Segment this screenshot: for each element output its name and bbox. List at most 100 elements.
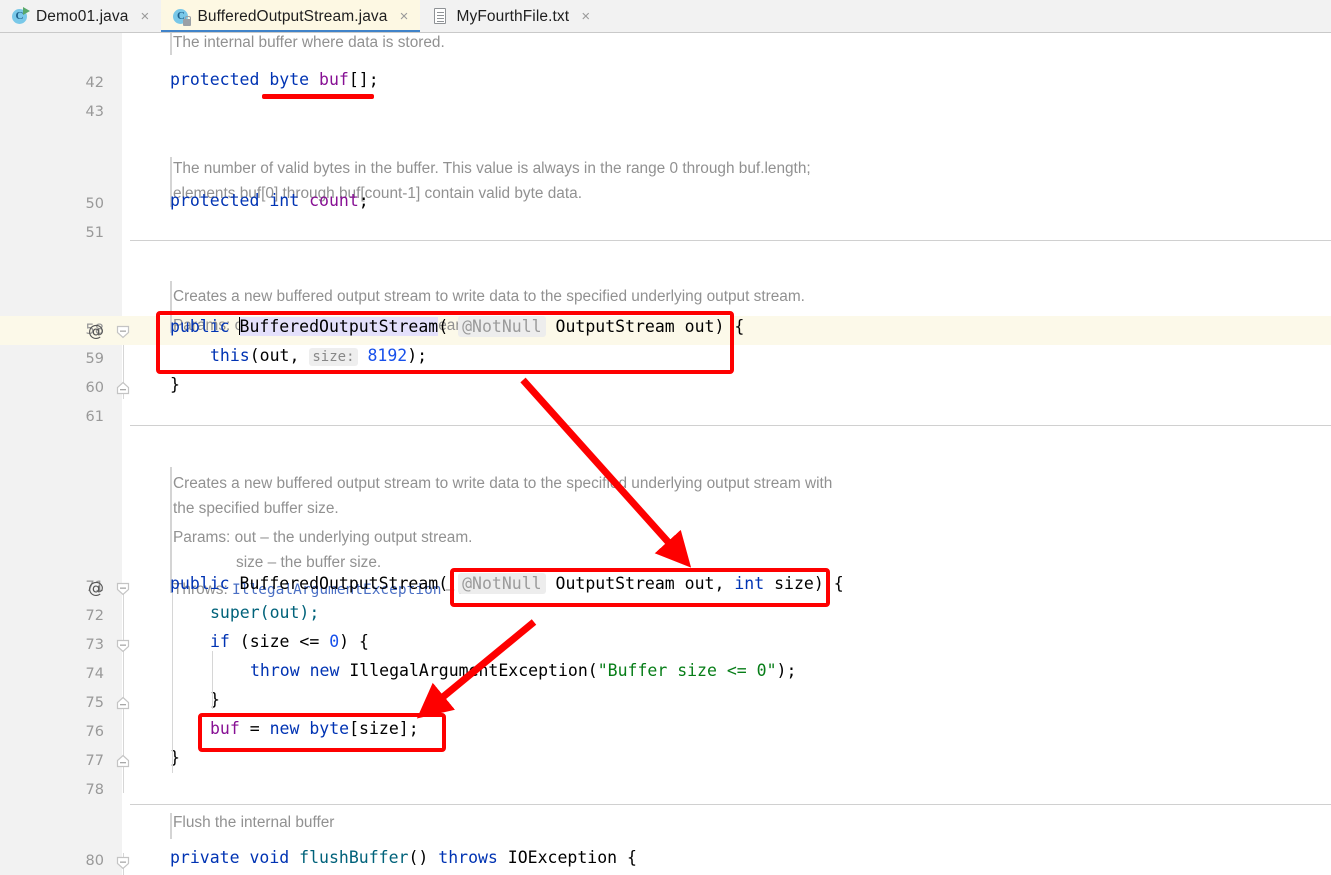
code-line-58[interactable]: public BufferedOutputStream( @NotNull Ou…	[170, 312, 744, 341]
fold-collapse-end-icon[interactable]	[115, 381, 131, 397]
param-name-size: size	[764, 574, 814, 593]
keyword-int: int	[269, 191, 300, 210]
code-text: (	[438, 574, 449, 593]
line-number: 73	[85, 637, 104, 653]
member-separator	[130, 425, 1331, 426]
text-file-icon	[432, 8, 449, 25]
notnull-inlay-hint: @NotNull	[458, 573, 546, 594]
keyword-byte: byte	[309, 719, 350, 738]
code-line-60[interactable]: }	[170, 370, 180, 399]
editor-tab-bar: C Demo01.java × C BufferedOutputStream.j…	[0, 0, 1331, 33]
code-line-71[interactable]: public BufferedOutputStream( @NotNull Ou…	[170, 569, 844, 598]
javadoc-ctor2-line2: the specified buffer size.	[173, 500, 339, 517]
line-number: 60	[85, 380, 104, 396]
code-text: ) {	[339, 632, 369, 651]
annotation-marker-icon[interactable]: @	[86, 316, 106, 345]
class-illegalargumentexception: IllegalArgumentException(	[349, 661, 598, 680]
keyword-this: this	[210, 346, 250, 365]
code-line-42[interactable]: protected byte buf[];	[170, 65, 379, 94]
javadoc-ctor2-line1: Creates a new buffered output stream to …	[173, 475, 833, 492]
line-number: 80	[85, 853, 104, 869]
indent-guide	[172, 593, 173, 773]
java-class-readonly-icon: C	[173, 8, 192, 26]
code-line-73[interactable]: if (size <= 0) {	[170, 627, 369, 656]
field-buf: buf	[319, 70, 349, 89]
line-number: 59	[85, 351, 104, 367]
line-number: 74	[85, 666, 104, 682]
javadoc-ctor2-params-out: Params: out – the underlying output stre…	[173, 529, 473, 546]
tab-label: BufferedOutputStream.java	[197, 7, 388, 25]
javadoc-buf: The internal buffer where data is stored…	[173, 34, 445, 51]
code-text: }	[170, 375, 180, 394]
keyword-public: public	[170, 574, 230, 593]
line-number: 78	[85, 782, 104, 798]
code-text: ()	[408, 848, 439, 867]
tab-label: MyFourthFile.txt	[456, 7, 570, 25]
keyword-new: new	[269, 719, 300, 738]
code-text: );	[407, 346, 428, 365]
code-text: IOException {	[497, 848, 637, 867]
line-number: 42	[85, 75, 104, 91]
numeric-literal-8192: 8192	[367, 346, 408, 365]
code-text: [size];	[349, 719, 419, 738]
fold-expand-icon[interactable]	[115, 324, 131, 340]
keyword-public: public	[170, 317, 230, 336]
super-call: super(out);	[210, 603, 320, 622]
code-line-76[interactable]: buf = new byte[size];	[170, 714, 419, 743]
line-number: 75	[85, 695, 104, 711]
fold-collapse-end-icon[interactable]	[115, 754, 131, 770]
code-line-59[interactable]: this(out, size: 8192);	[170, 341, 427, 372]
code-text: ) {	[813, 574, 844, 593]
code-text: (out,	[249, 346, 310, 365]
annotation-marker-icon[interactable]: @	[86, 573, 106, 602]
line-number: 61	[85, 409, 104, 425]
line-number: 77	[85, 753, 104, 769]
code-line-72[interactable]: super(out);	[170, 598, 319, 627]
param-type-outputstream-out: OutputStream out,	[555, 574, 735, 593]
javadoc-rail	[170, 813, 172, 839]
tab-label: Demo01.java	[36, 7, 129, 25]
method-flushbuffer: flushBuffer	[299, 848, 409, 867]
javadoc-flushbuffer: Flush the internal buffer	[173, 814, 335, 831]
numeric-literal-0: 0	[329, 632, 340, 651]
close-icon[interactable]: ×	[396, 9, 411, 24]
code-editor[interactable]: 42 43 50 51 58 59 60 61 71 72 73 74 75 7…	[0, 33, 1331, 875]
fold-expand-icon[interactable]	[115, 638, 131, 654]
tab-bufferedoutputstream-java[interactable]: C BufferedOutputStream.java ×	[161, 0, 421, 33]
parameter-name-inlay-hint: size:	[309, 348, 358, 366]
keyword-throw: throw	[250, 661, 300, 680]
fold-expand-icon[interactable]	[115, 581, 131, 597]
string-literal-buffer-size: "Buffer size <= 0"	[597, 661, 777, 680]
keyword-byte: byte	[269, 70, 310, 89]
keyword-new: new	[309, 661, 340, 680]
close-icon[interactable]: ×	[137, 9, 152, 24]
line-number: 51	[85, 225, 104, 241]
java-class-runnable-icon: C	[12, 7, 30, 25]
tab-myfourthfile-txt[interactable]: MyFourthFile.txt ×	[420, 0, 602, 33]
code-text: (size <=	[229, 632, 330, 651]
keyword-private: private	[170, 848, 240, 867]
close-icon[interactable]: ×	[578, 9, 593, 24]
member-separator	[130, 804, 1331, 805]
tab-demo01-java[interactable]: C Demo01.java ×	[0, 0, 161, 33]
field-count: count	[309, 191, 359, 210]
code-text: [];	[348, 70, 379, 89]
code-line-80[interactable]: private void flushBuffer() throws IOExce…	[170, 843, 637, 872]
notnull-inlay-hint: @NotNull	[458, 316, 546, 337]
fold-collapse-end-icon[interactable]	[115, 696, 131, 712]
keyword-protected: protected	[170, 191, 260, 210]
line-number: 72	[85, 608, 104, 624]
member-separator	[130, 240, 1331, 241]
javadoc-rail	[170, 33, 172, 55]
keyword-void: void	[249, 848, 290, 867]
param-type-outputstream-out: OutputStream out	[555, 317, 715, 336]
indent-guide	[212, 651, 213, 709]
code-text: ;	[358, 191, 369, 210]
code-text: ) {	[714, 317, 745, 336]
code-line-74[interactable]: throw new IllegalArgumentException("Buff…	[170, 656, 796, 685]
line-number: 43	[85, 104, 104, 120]
fold-expand-icon[interactable]	[115, 855, 131, 871]
code-text: );	[776, 661, 797, 680]
code-text: (	[438, 317, 449, 336]
code-line-50[interactable]: protected int count;	[170, 186, 369, 215]
